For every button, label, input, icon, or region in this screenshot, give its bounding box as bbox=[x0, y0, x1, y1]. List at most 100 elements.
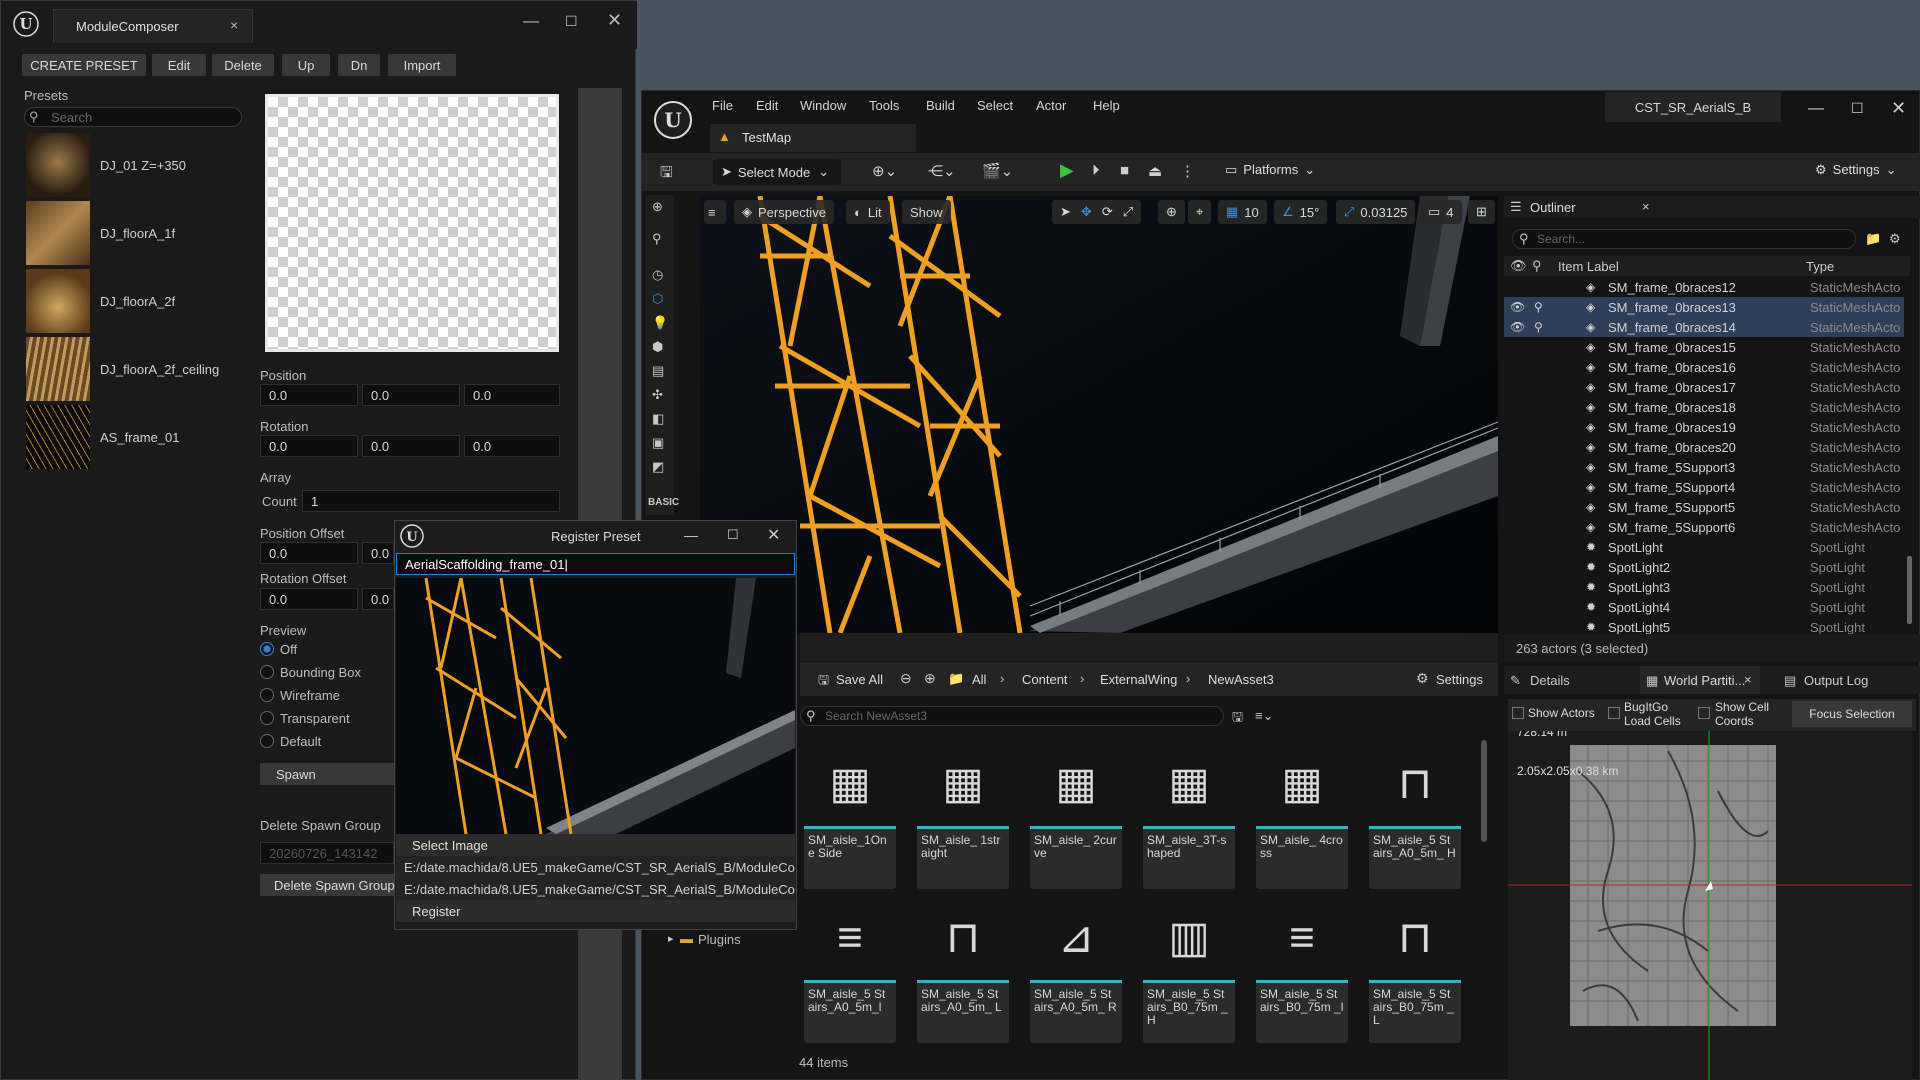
scale-icon[interactable]: ⤢ bbox=[1123, 204, 1133, 220]
rotation-offset-y-field[interactable]: 0.0 bbox=[362, 588, 394, 610]
asset-tile[interactable]: ▦ SM_aisle_1One Side bbox=[804, 741, 896, 889]
menu-window[interactable]: Window bbox=[800, 98, 846, 113]
rotation-x-field[interactable]: 0.0 bbox=[260, 435, 358, 457]
outliner-row[interactable]: ◈ SM_frame_0braces20 StaticMeshActo bbox=[1504, 437, 1904, 457]
world-partition-map[interactable]: 728.14 m 2.05x2.05x0.38 km bbox=[1508, 731, 1912, 1080]
menu-select[interactable]: Select bbox=[977, 98, 1013, 113]
rotation-offset-x-field[interactable]: 0.0 bbox=[260, 588, 358, 610]
camera-speed[interactable]: ▭ 4 bbox=[1420, 200, 1462, 224]
unreal-logo-icon[interactable]: U bbox=[653, 100, 693, 140]
spawn-button[interactable]: Spawn bbox=[260, 763, 394, 785]
delete-spawn-group-button[interactable]: Delete Spawn Group bbox=[260, 874, 394, 896]
level-viewport[interactable] bbox=[700, 196, 1498, 633]
register-button[interactable]: Register bbox=[396, 900, 795, 922]
save-search-icon[interactable]: 🖫 bbox=[1232, 708, 1243, 730]
preset-name-input[interactable]: AerialScaffolding_frame_01 | bbox=[396, 553, 795, 575]
add-folder-icon[interactable]: 📁 bbox=[1865, 231, 1881, 247]
outliner-row[interactable]: ◈ SM_frame_0braces16 StaticMeshActo bbox=[1504, 357, 1904, 377]
pin-icon[interactable]: ⚲ bbox=[1534, 320, 1543, 334]
outliner-row[interactable]: 👁 ⚲ ◈ SM_frame_0braces13 StaticMeshActo bbox=[1504, 297, 1904, 317]
menu-help[interactable]: Help bbox=[1093, 98, 1120, 113]
close-icon[interactable]: ✕ bbox=[767, 525, 780, 545]
tab-close-icon[interactable]: × bbox=[230, 17, 238, 33]
play-icon[interactable]: ▶ bbox=[1060, 160, 1074, 181]
outliner-row[interactable]: ◈ SM_frame_0braces18 StaticMeshActo bbox=[1504, 397, 1904, 417]
spawn-group-field[interactable]: 20260726_143142 bbox=[260, 842, 394, 864]
cinematics-icon[interactable]: 🎬⌄ bbox=[982, 162, 1013, 180]
preview-off-radio[interactable] bbox=[260, 642, 274, 656]
rotation-z-field[interactable]: 0.0 bbox=[464, 435, 560, 457]
minimize-icon[interactable]: — bbox=[523, 13, 539, 31]
asset-tile[interactable]: ≡ SM_aisle_5 Stairs_B0_75m _l bbox=[1256, 895, 1348, 1043]
outliner-row[interactable]: ◈ SM_frame_5Support3 StaticMeshActo bbox=[1504, 457, 1904, 477]
position-y-field[interactable]: 0.0 bbox=[362, 384, 460, 406]
geometry-icon[interactable]: ◧ bbox=[652, 411, 664, 427]
outliner-row[interactable]: ✹ SpotLight SpotLight bbox=[1504, 537, 1904, 557]
breadcrumb-newasset3[interactable]: NewAsset3 bbox=[1208, 672, 1274, 687]
close-icon[interactable]: ✕ bbox=[1891, 98, 1906, 119]
maximize-icon[interactable]: ☐ bbox=[565, 13, 578, 30]
close-icon[interactable]: × bbox=[1642, 199, 1650, 214]
light-icon[interactable]: 💡 bbox=[652, 315, 668, 331]
menu-edit[interactable]: Edit bbox=[756, 98, 778, 113]
add-actor-icon[interactable]: ⊕⌄ bbox=[872, 162, 897, 180]
menu-actor[interactable]: Actor bbox=[1036, 98, 1066, 113]
outliner-search-input[interactable]: ⚲ Search... bbox=[1512, 229, 1856, 249]
position-offset-x-field[interactable]: 0.0 bbox=[260, 542, 358, 564]
position-offset-y-field[interactable]: 0.0 bbox=[362, 542, 394, 564]
view-mode-dropdown[interactable]: ◐ Lit bbox=[846, 200, 890, 224]
settings-button[interactable]: ⚙ Settings ⌄ bbox=[1815, 162, 1897, 178]
world-local-toggle[interactable]: ⊕ bbox=[1158, 200, 1185, 224]
save-icon[interactable]: 🖫 bbox=[660, 162, 673, 187]
count-field[interactable]: 1 bbox=[302, 490, 560, 512]
down-button[interactable]: Dn bbox=[338, 54, 380, 76]
outliner-row[interactable]: ◈ SM_frame_5Support6 StaticMeshActo bbox=[1504, 517, 1904, 537]
column-type[interactable]: Type bbox=[1806, 259, 1834, 274]
rotation-snap[interactable]: ∠ 15° bbox=[1274, 200, 1328, 224]
select-image-button[interactable]: Select Image bbox=[396, 834, 795, 856]
tab-details[interactable]: Details bbox=[1530, 673, 1570, 688]
close-icon[interactable]: × bbox=[1744, 672, 1752, 687]
bugitgo-checkbox[interactable] bbox=[1608, 707, 1620, 719]
outliner-row[interactable]: ◈ SM_frame_0braces17 StaticMeshActo bbox=[1504, 377, 1904, 397]
up-button[interactable]: Up bbox=[282, 54, 330, 76]
module-composer-tab[interactable]: ModuleComposer × bbox=[53, 9, 253, 43]
surface-snap-toggle[interactable]: ⌖ bbox=[1188, 200, 1212, 224]
select-mode-dropdown[interactable]: ➤ Select Mode ⌄ bbox=[713, 159, 841, 185]
visibility-icon[interactable]: 👁 bbox=[1510, 320, 1525, 334]
outliner-row[interactable]: ✹ SpotLight3 SpotLight bbox=[1504, 577, 1904, 597]
cube-icon[interactable]: ◩ bbox=[652, 459, 664, 475]
modeling-icon[interactable]: ⬡ bbox=[652, 291, 663, 307]
create-preset-button[interactable]: CREATE PRESET bbox=[22, 54, 146, 76]
image-path-field[interactable]: E:/date.machida/8.UE5_makeGame/CST_SR_Ae… bbox=[396, 856, 795, 878]
hamburger-icon[interactable]: ≡ bbox=[704, 200, 726, 224]
asset-tile[interactable]: ⊓ SM_aisle_5 Stairs_A0_5m_ L bbox=[917, 895, 1009, 1043]
tab-output-log[interactable]: Output Log bbox=[1804, 673, 1868, 688]
minimize-icon[interactable]: — bbox=[684, 527, 698, 543]
content-settings-button[interactable]: Settings bbox=[1436, 672, 1483, 687]
preset-item[interactable]: DJ_floorA_2f bbox=[26, 268, 246, 334]
outliner-row[interactable]: 👁 ⚲ ◈ SM_frame_0braces14 StaticMeshActo bbox=[1504, 317, 1904, 337]
maximize-icon[interactable]: ☐ bbox=[1851, 100, 1864, 117]
asset-scrollbar[interactable] bbox=[1481, 740, 1487, 842]
scale-snap[interactable]: ⤢ 0.03125 bbox=[1336, 200, 1416, 224]
outliner-row[interactable]: ✹ SpotLight2 SpotLight bbox=[1504, 557, 1904, 577]
close-icon[interactable]: ✕ bbox=[607, 10, 622, 31]
perspective-dropdown[interactable]: ◈ Perspective bbox=[734, 200, 834, 224]
step-icon[interactable]: ⏵ bbox=[1092, 162, 1100, 179]
asset-tile[interactable]: ⊓ SM_aisle_5 Stairs_A0_5m_ H bbox=[1369, 741, 1461, 889]
menu-build[interactable]: Build bbox=[926, 98, 955, 113]
show-cell-coords-checkbox[interactable] bbox=[1698, 707, 1710, 719]
asset-tile[interactable]: ⊓ SM_aisle_5 Stairs_B0_75m _L bbox=[1369, 895, 1461, 1043]
platforms-button[interactable]: ▭ Platforms ⌄ bbox=[1225, 162, 1315, 178]
eject-icon[interactable]: ⏏ bbox=[1148, 162, 1162, 180]
asset-tile[interactable]: ▦ SM_aisle_ 4cross bbox=[1256, 741, 1348, 889]
add-icon[interactable]: ⊕ bbox=[652, 199, 663, 215]
translate-icon[interactable]: ✥ bbox=[1081, 204, 1092, 220]
rotation-y-field[interactable]: 0.0 bbox=[362, 435, 460, 457]
import-button[interactable]: Import bbox=[388, 54, 456, 76]
place-icon[interactable]: ▣ bbox=[652, 435, 664, 451]
select-icon[interactable]: ➤ bbox=[1060, 204, 1071, 220]
visibility-icon[interactable]: 👁 bbox=[1510, 300, 1525, 314]
breadcrumb-externalwing[interactable]: ExternalWing bbox=[1100, 672, 1177, 687]
